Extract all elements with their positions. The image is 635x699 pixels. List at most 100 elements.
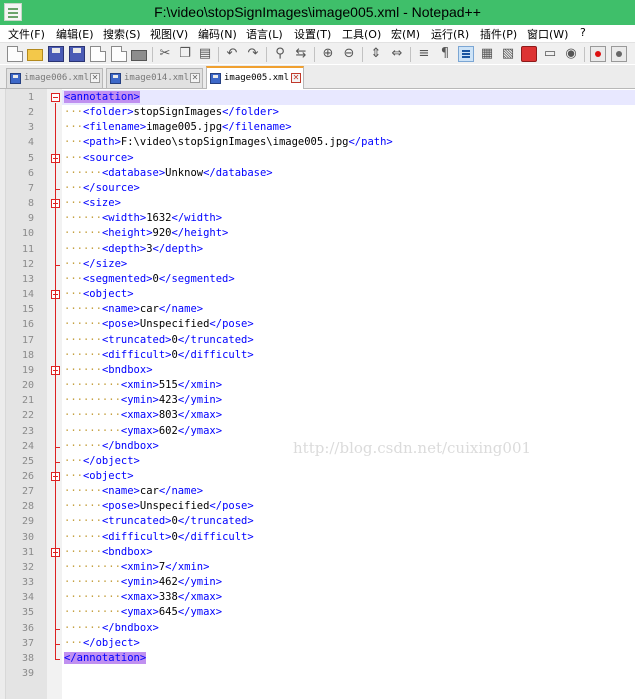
code-line[interactable]: ······<truncated>0</truncated> [64,514,254,529]
menu-encoding[interactable]: 编码(N) [198,26,237,42]
close-tab-icon[interactable]: ✕ [90,73,100,83]
code-line[interactable]: ······</bndbox> [64,439,159,454]
close-tab-icon[interactable]: ✕ [190,73,200,83]
menu-language[interactable]: 语言(L) [246,26,283,42]
folder-workspace-icon[interactable]: ▭ [542,46,558,62]
menu-search[interactable]: 搜索(S) [103,26,141,42]
fold-toggle-icon[interactable] [51,93,60,102]
code-line[interactable]: ·········<ymax>602</ymax> [64,424,222,439]
xml-text: 462 [158,576,178,589]
menu-help[interactable]: ? [580,26,586,39]
indent-dots: ······ [64,500,102,513]
code-line[interactable]: ······<depth>3</depth> [64,242,203,257]
code-line[interactable]: ···<object> [64,287,134,302]
menu-view[interactable]: 视图(V) [150,26,188,42]
menu-plugins[interactable]: 插件(P) [480,26,517,42]
code-line[interactable]: ·········<ymin>423</ymin> [64,393,222,408]
code-line[interactable]: ···</object> [64,454,140,469]
code-line[interactable]: ······<database>Unknow</database> [64,166,273,181]
line-number: 36 [21,622,34,634]
open-folder-icon[interactable] [27,49,43,61]
line-number: 17 [21,334,34,346]
paste-icon[interactable]: ▤ [197,46,213,62]
code-line[interactable]: ·········<ymax>645</ymax> [64,605,222,620]
code-line[interactable]: ······<height>920</height> [64,226,228,241]
xml-text: 338 [158,591,178,604]
code-line[interactable]: ·········<xmin>7</xmin> [64,560,209,575]
code-line[interactable]: ···<source> [64,151,134,166]
menu-run[interactable]: 运行(R) [431,26,469,42]
function-list-icon[interactable] [521,46,537,62]
indent-guide-icon[interactable] [458,46,474,62]
close-tab-icon[interactable]: ✕ [291,73,301,83]
menu-file[interactable]: 文件(F) [8,26,45,42]
tab-image005[interactable]: image005.xml ✕ [206,66,304,89]
tab-image014[interactable]: image014.xml ✕ [106,68,203,88]
sync-vertical-icon[interactable]: ⇕ [368,46,384,62]
code-line[interactable]: ······<bndbox> [64,363,153,378]
code-line[interactable]: ·········<xmax>338</xmax> [64,590,222,605]
menu-window[interactable]: 窗口(W) [527,26,568,42]
close-file-icon[interactable] [90,46,106,62]
cut-icon[interactable]: ✂ [157,46,173,62]
zoom-in-icon[interactable]: ⊕ [320,46,336,62]
menu-edit[interactable]: 编辑(E) [56,26,94,42]
code-line[interactable]: ······<pose>Unspecified</pose> [64,499,254,514]
doc-map-icon[interactable]: ▧ [500,46,516,62]
toolbar-separator [410,47,411,62]
current-line-highlight [62,90,635,105]
new-file-icon[interactable] [7,46,23,62]
undo-icon[interactable]: ↶ [224,46,240,62]
close-all-icon[interactable] [111,46,127,62]
code-line[interactable]: ·········<ymin>462</ymin> [64,575,222,590]
code-line[interactable]: ······<truncated>0</truncated> [64,333,254,348]
xml-tag: </size> [82,257,128,270]
user-language-icon[interactable]: ▦ [479,46,495,62]
code-line[interactable]: ···<filename>image005.jpg</filename> [64,120,292,135]
code-line[interactable]: ······<name>car</name> [64,302,203,317]
save-icon[interactable] [48,46,64,62]
code-line[interactable]: ······<difficult>0</difficult> [64,530,254,545]
monitoring-icon[interactable]: ◉ [563,46,579,62]
code-line[interactable]: ······<pose>Unspecified</pose> [64,317,254,332]
indent-dots: ··· [64,636,83,649]
menu-macro[interactable]: 宏(M) [391,26,420,42]
code-line[interactable]: ·········<xmin>515</xmin> [64,378,222,393]
record-macro-icon[interactable] [590,46,606,62]
code-line[interactable]: </annotation> [64,651,147,666]
print-icon[interactable] [131,50,147,61]
save-all-icon[interactable] [69,46,85,62]
find-icon[interactable]: ⚲ [272,46,288,62]
editor[interactable]: 1 <annotation> 2 ···<folder>stopSignImages<… [0,89,635,699]
code-line[interactable]: ·········<xmax>803</xmax> [64,408,222,423]
word-wrap-icon[interactable]: ≡ [416,46,432,62]
show-all-chars-icon[interactable]: ¶ [437,46,453,62]
code-line[interactable]: ···</size> [64,257,127,272]
code-line[interactable]: ······<name>car</name> [64,484,203,499]
tab-image006[interactable]: image006.xml ✕ [6,68,103,88]
code-line[interactable]: ······</bndbox> [64,621,159,636]
indent-dots: ······ [64,621,102,634]
code-line[interactable]: ······<difficult>0</difficult> [64,348,254,363]
toolbar: ✂ ❐ ▤ ↶ ↷ ⚲ ⇆ ⊕ ⊖ ⇕ ⇔ ≡ ¶ ▦ ▧ ▭ ◉ [0,42,635,64]
code-line[interactable]: ···</object> [64,636,140,651]
code-line[interactable]: <annotation> [64,90,140,105]
xml-tag: <difficult> [101,530,172,543]
code-line[interactable]: ···<size> [64,196,121,211]
redo-icon[interactable]: ↷ [245,46,261,62]
code-line[interactable]: ······<width>1632</width> [64,211,222,226]
menu-tools[interactable]: 工具(O) [342,26,381,42]
code-line[interactable]: ···<object> [64,469,134,484]
copy-icon[interactable]: ❐ [177,46,193,62]
replace-icon[interactable]: ⇆ [293,46,309,62]
menu-settings[interactable]: 设置(T) [294,26,331,42]
code-line[interactable]: ···<path>F:\video\stopSignImages\image00… [64,135,393,150]
code-line[interactable]: ···</source> [64,181,140,196]
code-line[interactable]: ···<segmented>0</segmented> [64,272,235,287]
code-line[interactable]: ······<bndbox> [64,545,153,560]
indent-dots: ··· [64,151,83,164]
sync-horizontal-icon[interactable]: ⇔ [389,46,405,62]
stop-macro-icon[interactable] [611,46,627,62]
code-line[interactable]: ···<folder>stopSignImages</folder> [64,105,279,120]
zoom-out-icon[interactable]: ⊖ [341,46,357,62]
